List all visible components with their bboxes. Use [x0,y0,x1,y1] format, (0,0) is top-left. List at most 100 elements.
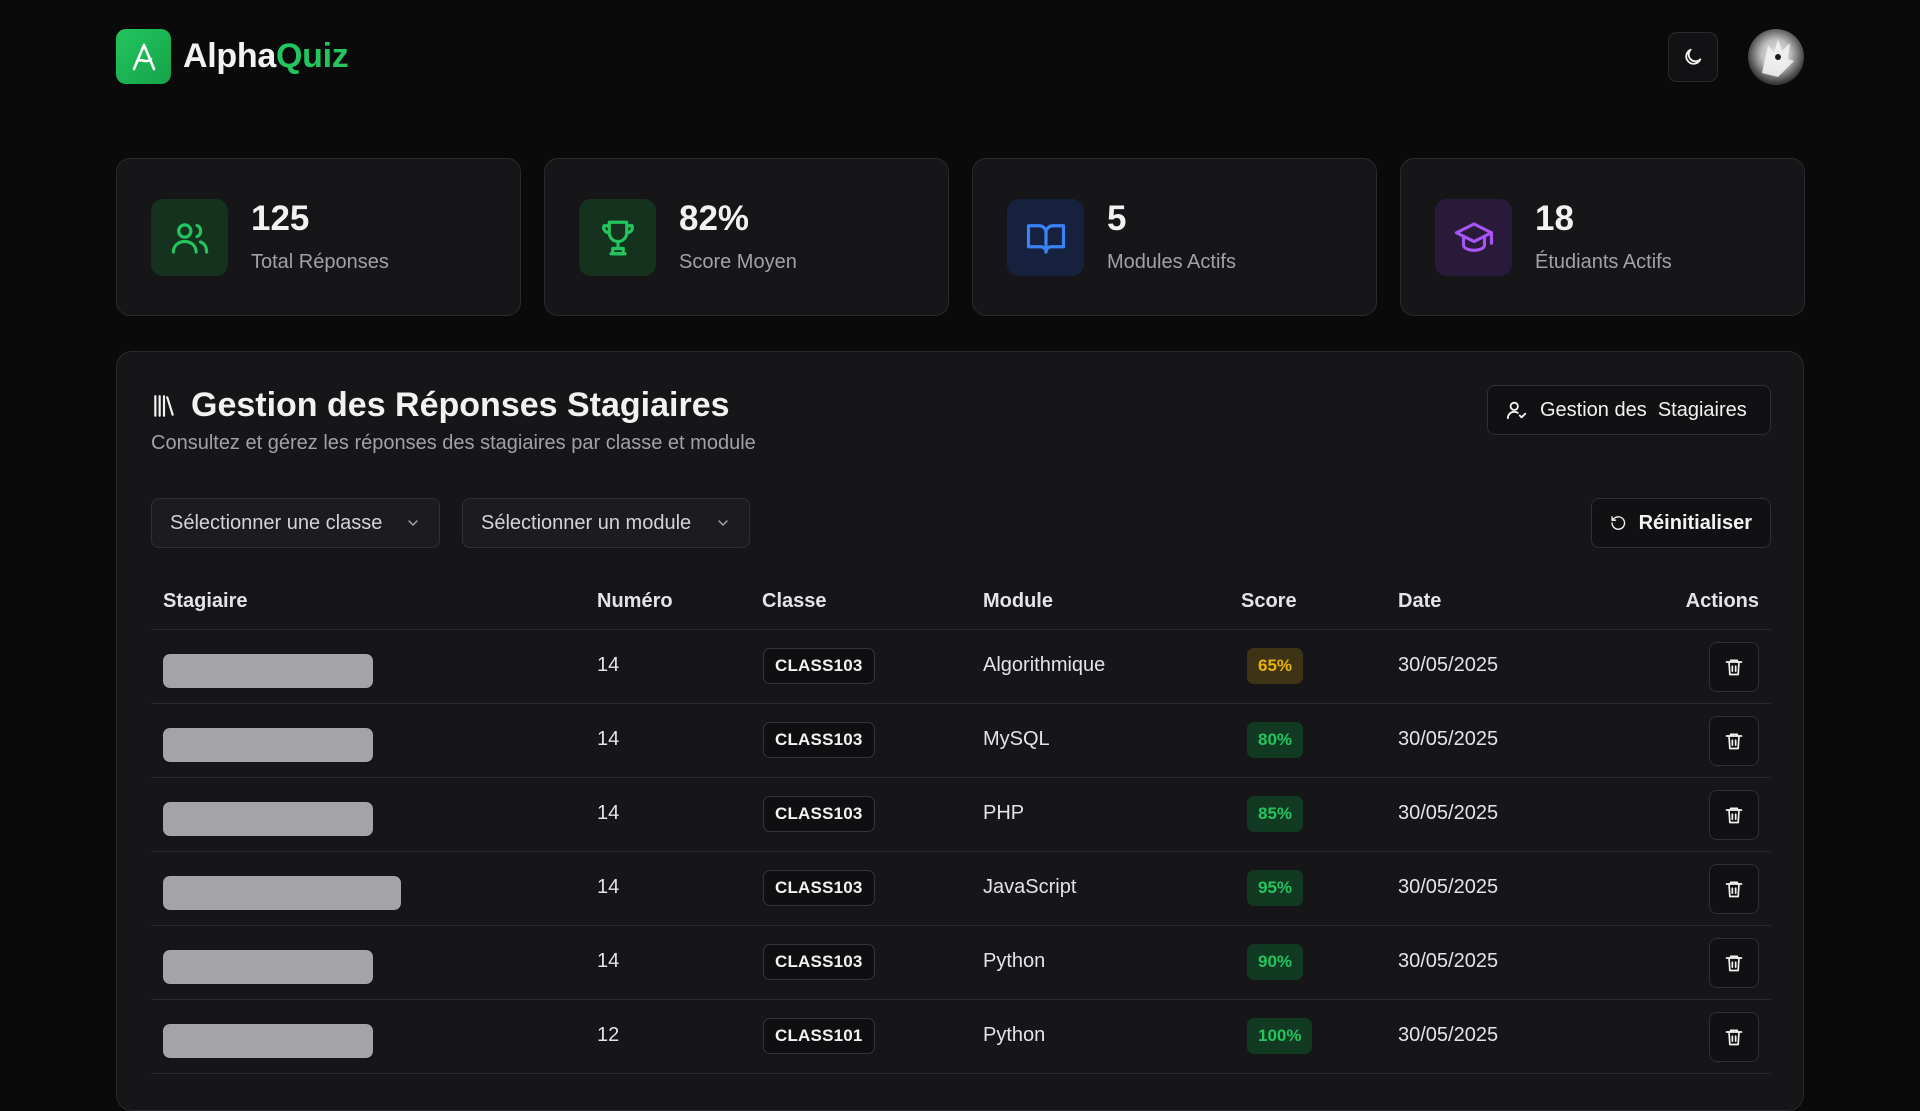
trainee-name-redacted [163,654,373,688]
class-badge: CLASS103 [763,796,875,832]
score-badge: 80% [1247,722,1304,758]
stat-card-average-score: 82% Score Moyen [544,158,949,316]
page-title: Gestion des Réponses Stagiaires [191,386,730,424]
row-number: 12 [597,1024,620,1046]
delete-button[interactable] [1709,716,1759,766]
row-date: 30/05/2025 [1398,802,1499,824]
app-logo-icon [116,29,171,84]
stat-label: Modules Actifs [1107,251,1236,273]
row-date: 30/05/2025 [1398,728,1499,750]
trainee-name-redacted [163,802,373,836]
row-number: 14 [597,654,620,676]
class-badge: CLASS103 [763,648,875,684]
brand-name: AlphaQuiz [183,37,349,76]
row-module: MySQL [983,728,1050,750]
row-number: 14 [597,728,620,750]
row-date: 30/05/2025 [1398,654,1499,676]
trainee-name-redacted [163,950,373,984]
delete-button[interactable] [1709,642,1759,692]
moon-icon [1685,48,1702,65]
delete-button[interactable] [1709,1012,1759,1062]
module-select[interactable]: Sélectionner un module [462,498,750,548]
stat-card-active-students: 18 Étudiants Actifs [1400,158,1805,316]
row-number: 14 [597,950,620,972]
trash-icon [1725,807,1743,824]
column-header-score[interactable]: Score [1241,590,1297,613]
column-header-trainee[interactable]: Stagiaire [163,590,247,613]
class-badge: CLASS103 [763,944,875,980]
user-avatar[interactable] [1748,29,1804,85]
delete-button[interactable] [1709,864,1759,914]
class-select-value: Sélectionner une classe [170,511,383,534]
row-module: Algorithmique [983,654,1106,676]
table-row: 14 CLASS103 Python 90% 30/05/2025 [151,926,1771,1000]
responses-table: Stagiaire Numéro Classe Module Score Dat… [151,574,1771,1074]
brand-name-accent: Quiz [275,37,349,75]
chevron-down-icon [718,520,728,526]
column-header-module[interactable]: Module [983,590,1053,613]
column-header-number[interactable]: Numéro [597,590,673,613]
row-date: 30/05/2025 [1398,1024,1499,1046]
table-row: 14 CLASS103 Algorithmique 65% 30/05/2025 [151,630,1771,704]
users-icon [151,199,228,276]
table-header: Stagiaire Numéro Classe Module Score Dat… [151,574,1771,630]
delete-button[interactable] [1709,790,1759,840]
class-badge: CLASS103 [763,722,875,758]
panel-title: Gestion des Réponses Stagiaires [151,386,730,425]
module-select-value: Sélectionner un module [481,511,692,534]
trash-icon [1725,659,1743,676]
trainee-name-redacted [163,1024,373,1058]
score-badge: 85% [1247,796,1304,832]
trash-icon [1725,955,1743,972]
score-badge: 65% [1247,648,1304,684]
brand-name-primary: Alpha [183,37,276,75]
stat-value: 125 [251,199,310,238]
responses-panel: Gestion des Réponses Stagiaires Consulte… [116,351,1804,1111]
stat-card-total-responses: 125 Total Réponses [116,158,521,316]
stat-label: Étudiants Actifs [1535,251,1672,273]
brand-logo[interactable]: AlphaQuiz [116,29,349,84]
manage-trainees-button[interactable]: Gestion des Stagiaires [1487,385,1771,435]
row-module: Python [983,950,1046,972]
row-module: JavaScript [983,876,1077,898]
trainee-name-redacted [163,728,373,762]
table-row: 14 CLASS103 JavaScript 95% 30/05/2025 [151,852,1771,926]
book-open-icon [1007,199,1084,276]
reset-label: Réinitialiser [1638,511,1752,534]
delete-button[interactable] [1709,938,1759,988]
row-number: 14 [597,802,620,824]
row-module: Python [983,1024,1046,1046]
chevron-down-icon [408,520,418,526]
trash-icon [1725,733,1743,750]
trash-icon [1725,881,1743,898]
row-number: 14 [597,876,620,898]
class-badge: CLASS103 [763,870,875,906]
score-badge: 100% [1247,1018,1313,1054]
stat-value: 82% [679,199,750,238]
stat-label: Score Moyen [679,251,797,273]
column-header-actions: Actions [1685,590,1759,612]
row-date: 30/05/2025 [1398,950,1499,972]
trophy-icon [579,199,656,276]
table-row: 14 CLASS103 PHP 85% 30/05/2025 [151,778,1771,852]
stat-label: Total Réponses [251,251,389,273]
reset-button[interactable]: Réinitialiser [1591,498,1771,548]
trainee-name-redacted [163,876,401,910]
class-select[interactable]: Sélectionner une classe [151,498,440,548]
graduation-cap-icon [1435,199,1512,276]
rotate-ccw-icon [1611,516,1626,530]
column-header-class[interactable]: Classe [762,590,827,613]
top-header: AlphaQuiz [0,0,1920,112]
column-header-date[interactable]: Date [1398,590,1441,613]
stat-value: 18 [1535,199,1574,238]
stat-card-active-modules: 5 Modules Actifs [972,158,1377,316]
page-subtitle: Consultez et gérez les réponses des stag… [151,432,756,454]
row-date: 30/05/2025 [1398,876,1499,898]
theme-toggle-button[interactable] [1668,32,1718,82]
stat-value: 5 [1107,199,1127,238]
table-row: 12 CLASS101 Python 100% 30/05/2025 [151,1000,1771,1074]
table-row: 14 CLASS103 MySQL 80% 30/05/2025 [151,704,1771,778]
user-check-icon [1506,401,1527,420]
trash-icon [1725,1029,1743,1046]
library-icon [154,394,174,417]
